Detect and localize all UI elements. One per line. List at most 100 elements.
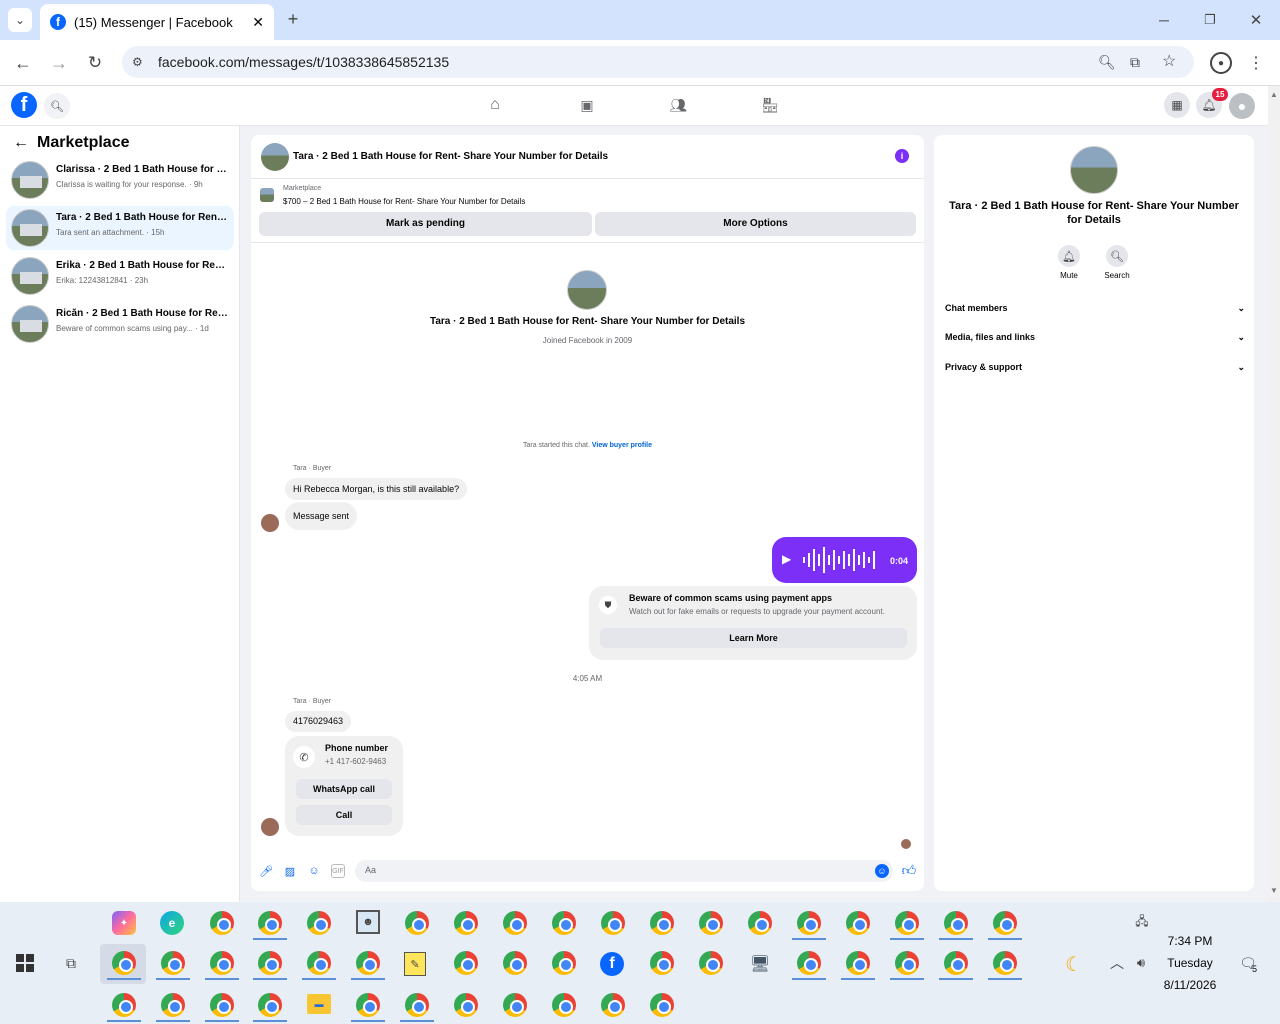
account-avatar[interactable]: ● [1229, 93, 1255, 119]
chrome-taskbar-icon[interactable] [552, 951, 576, 975]
chrome-taskbar-icon[interactable] [650, 911, 674, 935]
home-icon[interactable]: ⌂ [484, 94, 506, 116]
gif-icon[interactable]: GIF [331, 864, 345, 878]
chrome-taskbar-icon[interactable] [405, 911, 429, 935]
site-info-icon[interactable]: ⚙ [132, 46, 143, 78]
chrome-taskbar-icon[interactable] [846, 951, 870, 975]
video-icon[interactable]: ▣ [576, 94, 598, 116]
message-bubble[interactable]: Message sent [285, 502, 358, 530]
more-options-button[interactable]: More Options [595, 212, 916, 236]
close-window-button[interactable]: ✕ [1244, 8, 1268, 32]
facebook-taskbar-icon[interactable]: f [600, 952, 624, 976]
edge-icon[interactable]: e [160, 911, 184, 935]
chrome-taskbar-icon[interactable] [944, 911, 968, 935]
minimize-button[interactable]: ─ [1152, 8, 1176, 32]
chrome-taskbar-icon[interactable] [944, 951, 968, 975]
info-avatar[interactable] [1070, 146, 1118, 194]
install-app-icon[interactable]: ⧉ [1130, 46, 1140, 78]
play-icon[interactable]: ▶ [782, 552, 791, 566]
facebook-logo-icon[interactable]: f [11, 92, 37, 118]
microphone-icon[interactable]: 🎤︎ [259, 864, 273, 878]
close-tab-icon[interactable]: ✕ [252, 14, 264, 31]
conversation-item[interactable]: Ricăn · 2 Bed 1 Bath House for Ren... Bew… [6, 302, 234, 346]
chrome-taskbar-icon[interactable] [258, 993, 282, 1017]
chrome-taskbar-icon[interactable] [112, 993, 136, 1017]
conversation-item[interactable]: Clarissa · 2 Bed 1 Bath House for R... Cl… [6, 158, 234, 202]
chrome-taskbar-icon[interactable] [161, 993, 185, 1017]
chrome-taskbar-icon[interactable] [699, 951, 723, 975]
chrome-taskbar-icon[interactable] [601, 911, 625, 935]
menu-grid-icon[interactable]: ▦ [1164, 92, 1190, 118]
scroll-down-arrow-icon[interactable]: ▼ [1270, 886, 1278, 895]
mute-bell-icon[interactable]: 🔔︎ [1058, 245, 1080, 267]
back-icon[interactable]: ← [12, 52, 34, 74]
marketplace-icon[interactable]: 🏪︎ [759, 94, 781, 116]
fb-search-icon[interactable]: 🔍︎ [44, 93, 70, 119]
new-tab-button[interactable]: + [282, 8, 304, 30]
url-field[interactable]: ⚙ facebook.com/messages/t/10383386458521… [122, 46, 1194, 78]
message-input[interactable]: Aa ☺ [355, 860, 893, 882]
chrome-taskbar-icon[interactable] [650, 951, 674, 975]
section-chat-members[interactable]: Chat members ⌄ [945, 303, 1245, 321]
message-bubble[interactable]: Hi Rebecca Morgan, is this still availab… [285, 478, 468, 500]
chrome-taskbar-icon[interactable] [210, 993, 234, 1017]
chrome-taskbar-icon[interactable] [112, 951, 136, 975]
like-icon[interactable]: 👍︎ [901, 862, 917, 878]
chrome-taskbar-icon[interactable] [552, 911, 576, 935]
chrome-taskbar-icon[interactable] [699, 911, 723, 935]
page-scrollbar[interactable]: ▲ ▼ [1268, 86, 1280, 902]
chrome-taskbar-icon[interactable] [650, 993, 674, 1017]
clock-time[interactable]: 7:34 PM [1160, 934, 1220, 948]
chrome-taskbar-icon[interactable] [797, 951, 821, 975]
chat-avatar[interactable] [261, 143, 289, 171]
reload-icon[interactable]: ↻ [84, 52, 106, 74]
tray-chevron-up-icon[interactable]: ︿ [1108, 954, 1126, 972]
clock-day[interactable]: Tuesday [1160, 956, 1220, 970]
start-windows-icon[interactable] [16, 954, 34, 972]
conversation-item[interactable]: Erika · 2 Bed 1 Bath House for Rent... Er… [6, 254, 234, 298]
chrome-taskbar-icon[interactable] [503, 911, 527, 935]
scroll-up-arrow-icon[interactable]: ▲ [1270, 90, 1278, 99]
chrome-taskbar-icon[interactable] [797, 911, 821, 935]
mark-pending-button[interactable]: Mark as pending [259, 212, 592, 236]
profile-avatar[interactable] [567, 270, 607, 310]
listing-text[interactable]: $700 – 2 Bed 1 Bath House for Rent- Shar… [283, 197, 525, 206]
chrome-taskbar-icon[interactable] [454, 951, 478, 975]
chrome-taskbar-icon[interactable] [258, 951, 282, 975]
chrome-taskbar-icon[interactable] [503, 951, 527, 975]
restore-button[interactable]: ❐ [1198, 8, 1222, 32]
bookmark-star-icon[interactable]: ☆ [1162, 46, 1176, 78]
copilot-icon[interactable]: ✦ [112, 911, 136, 935]
learn-more-button[interactable]: Learn More [600, 628, 907, 648]
chrome-taskbar-icon[interactable] [552, 993, 576, 1017]
chrome-taskbar-icon[interactable] [454, 993, 478, 1017]
chrome-taskbar-icon[interactable] [846, 911, 870, 935]
chrome-taskbar-icon[interactable] [454, 911, 478, 935]
view-buyer-profile-link[interactable]: View buyer profile [592, 442, 652, 449]
task-view-icon[interactable]: ⧉ [62, 954, 80, 972]
chrome-taskbar-icon[interactable] [405, 993, 429, 1017]
notepad-icon[interactable]: ✎ [404, 952, 426, 976]
chrome-taskbar-icon[interactable] [356, 951, 380, 975]
weather-moon-icon[interactable]: ☾ [1062, 952, 1086, 976]
whatsapp-call-button[interactable]: WhatsApp call [296, 779, 392, 799]
chrome-taskbar-icon[interactable] [895, 911, 919, 935]
chat-header-title[interactable]: Tara · 2 Bed 1 Bath House for Rent- Shar… [293, 151, 608, 162]
section-media-files-links[interactable]: Media, files and links ⌄ [945, 332, 1245, 350]
remote-desktop-icon[interactable]: 🖥︎ [748, 952, 772, 976]
message-bubble[interactable]: 4176029463 [285, 711, 352, 732]
chrome-taskbar-icon[interactable] [307, 911, 331, 935]
call-button[interactable]: Call [296, 805, 392, 825]
browser-menu-icon[interactable]: ⋮ [1248, 52, 1264, 74]
emoji-icon[interactable]: ☺ [875, 864, 889, 878]
clock-date[interactable]: 8/11/2026 [1156, 978, 1224, 992]
chrome-taskbar-icon[interactable] [601, 993, 625, 1017]
forward-icon[interactable]: → [48, 52, 70, 74]
network-icon[interactable]: 🖧 [1132, 912, 1152, 932]
chrome-taskbar-icon[interactable] [307, 951, 331, 975]
chrome-taskbar-icon[interactable] [161, 951, 185, 975]
chrome-taskbar-icon[interactable] [503, 993, 527, 1017]
chrome-taskbar-icon[interactable] [993, 951, 1017, 975]
chrome-taskbar-icon[interactable] [356, 993, 380, 1017]
chrome-taskbar-icon[interactable] [258, 911, 282, 935]
